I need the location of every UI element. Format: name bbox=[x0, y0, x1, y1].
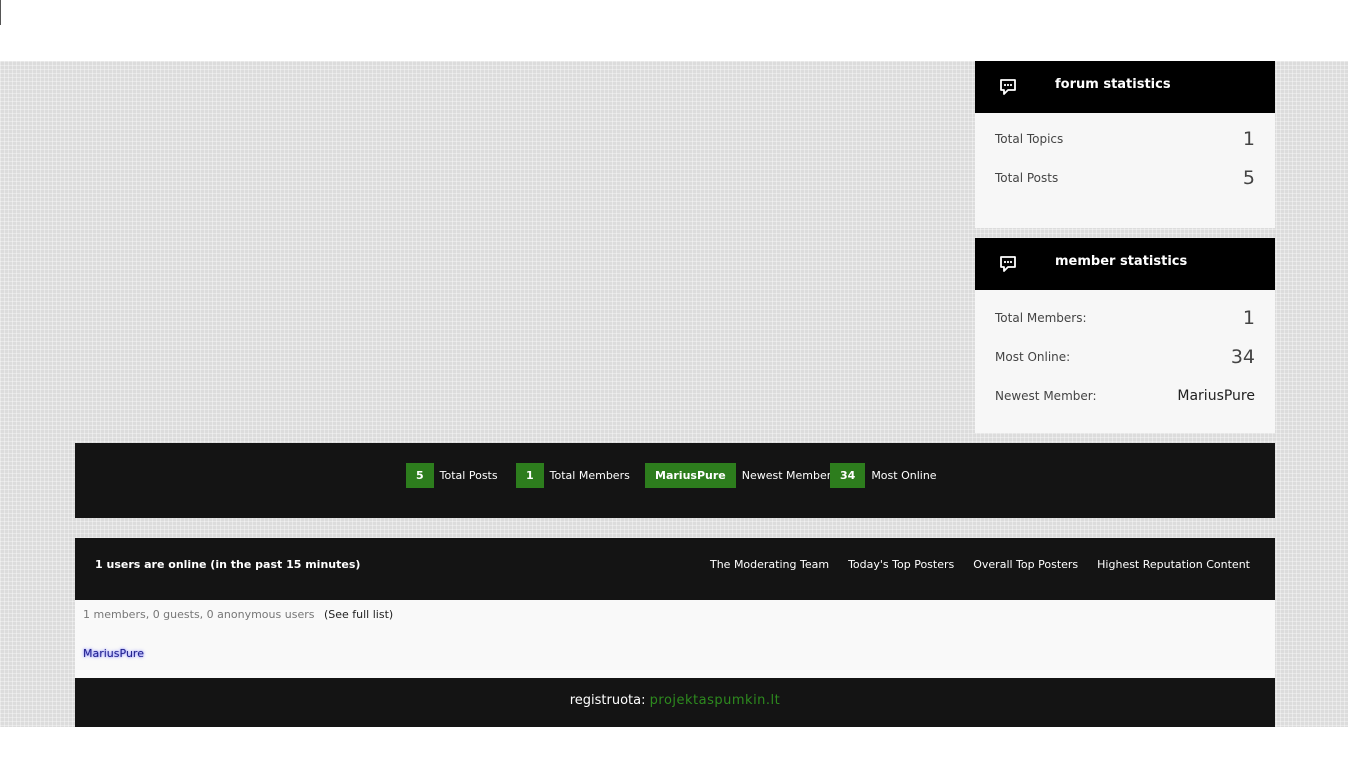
online-user-link[interactable]: MariusPure bbox=[83, 647, 144, 660]
stat-row-most-online: Most Online: 34 bbox=[995, 345, 1255, 369]
link-overall-top-posters[interactable]: Overall Top Posters bbox=[973, 558, 1078, 571]
stat-value: 1 bbox=[1242, 307, 1255, 329]
online-users-block: 1 users are online (in the past 15 minut… bbox=[75, 538, 1275, 678]
link-moderating-team[interactable]: The Moderating Team bbox=[710, 558, 829, 571]
online-counts: 1 members, 0 guests, 0 anonymous users (… bbox=[83, 608, 393, 621]
stat-value: 5 bbox=[1242, 167, 1255, 189]
stat-label: Most Online: bbox=[995, 350, 1071, 364]
stat-total-members: 1 Total Members bbox=[516, 463, 630, 488]
stat-label: Total Topics bbox=[995, 132, 1064, 146]
panel-title: forum statistics bbox=[1055, 77, 1171, 92]
forum-statistics-header: forum statistics bbox=[975, 61, 1275, 113]
link-highest-reputation[interactable]: Highest Reputation Content bbox=[1097, 558, 1250, 571]
footer: registruota: projektaspumkin.lt bbox=[75, 678, 1275, 727]
stat-badge-label: Total Members bbox=[549, 469, 630, 482]
chat-bubble-icon bbox=[1000, 79, 1016, 95]
stat-badge-label: Newest Member bbox=[741, 469, 832, 482]
stat-row-total-topics: Total Topics 1 bbox=[995, 127, 1255, 151]
footer-text: registruota: projektaspumkin.lt bbox=[75, 693, 1275, 708]
stat-badge: 1 bbox=[516, 463, 544, 488]
online-counts-text: 1 members, 0 guests, 0 anonymous users bbox=[83, 608, 315, 621]
top-bar bbox=[0, 0, 1366, 61]
stat-badge-label: Most Online bbox=[871, 469, 937, 482]
stat-row-total-posts: Total Posts 5 bbox=[995, 166, 1255, 190]
stat-row-total-members: Total Members: 1 bbox=[995, 306, 1255, 330]
newest-member-badge[interactable]: MariusPure bbox=[645, 463, 736, 488]
newest-member-link[interactable]: MariusPure bbox=[1177, 388, 1255, 404]
stat-total-posts: 5 Total Posts bbox=[406, 463, 498, 488]
stat-value: 1 bbox=[1242, 128, 1255, 150]
chat-bubble-icon bbox=[1000, 256, 1016, 272]
member-statistics-panel: member statistics Total Members: 1 Most … bbox=[975, 238, 1275, 433]
stat-newest-member[interactable]: MariusPure Newest Member bbox=[645, 463, 831, 488]
link-todays-top-posters[interactable]: Today's Top Posters bbox=[848, 558, 954, 571]
stat-row-newest-member: Newest Member: MariusPure bbox=[995, 384, 1255, 408]
panel-title: member statistics bbox=[1055, 254, 1188, 269]
see-full-list-link[interactable]: (See full list) bbox=[324, 608, 393, 621]
stat-badge: 34 bbox=[830, 463, 866, 488]
stat-label: Newest Member: bbox=[995, 389, 1097, 403]
stat-badge-label: Total Posts bbox=[439, 469, 498, 482]
top-bar-edge bbox=[0, 0, 1, 25]
online-links: The Moderating Team Today's Top Posters … bbox=[710, 558, 1250, 571]
stat-value: 34 bbox=[1230, 346, 1255, 368]
member-statistics-header: member statistics bbox=[975, 238, 1275, 290]
footer-label: registruota: bbox=[569, 693, 646, 708]
footer-site-link[interactable]: projektaspumkin.lt bbox=[650, 693, 781, 708]
stat-most-online: 34 Most Online bbox=[830, 463, 937, 488]
stat-label: Total Members: bbox=[995, 311, 1087, 325]
online-users-header: 1 users are online (in the past 15 minut… bbox=[75, 538, 1275, 600]
forum-statistics-panel: forum statistics Total Topics 1 Total Po… bbox=[975, 61, 1275, 228]
online-users-title: 1 users are online (in the past 15 minut… bbox=[95, 558, 361, 571]
stats-bar: 5 Total Posts 1 Total Members MariusPure… bbox=[75, 443, 1275, 518]
stat-label: Total Posts bbox=[995, 171, 1059, 185]
stat-badge: 5 bbox=[406, 463, 434, 488]
